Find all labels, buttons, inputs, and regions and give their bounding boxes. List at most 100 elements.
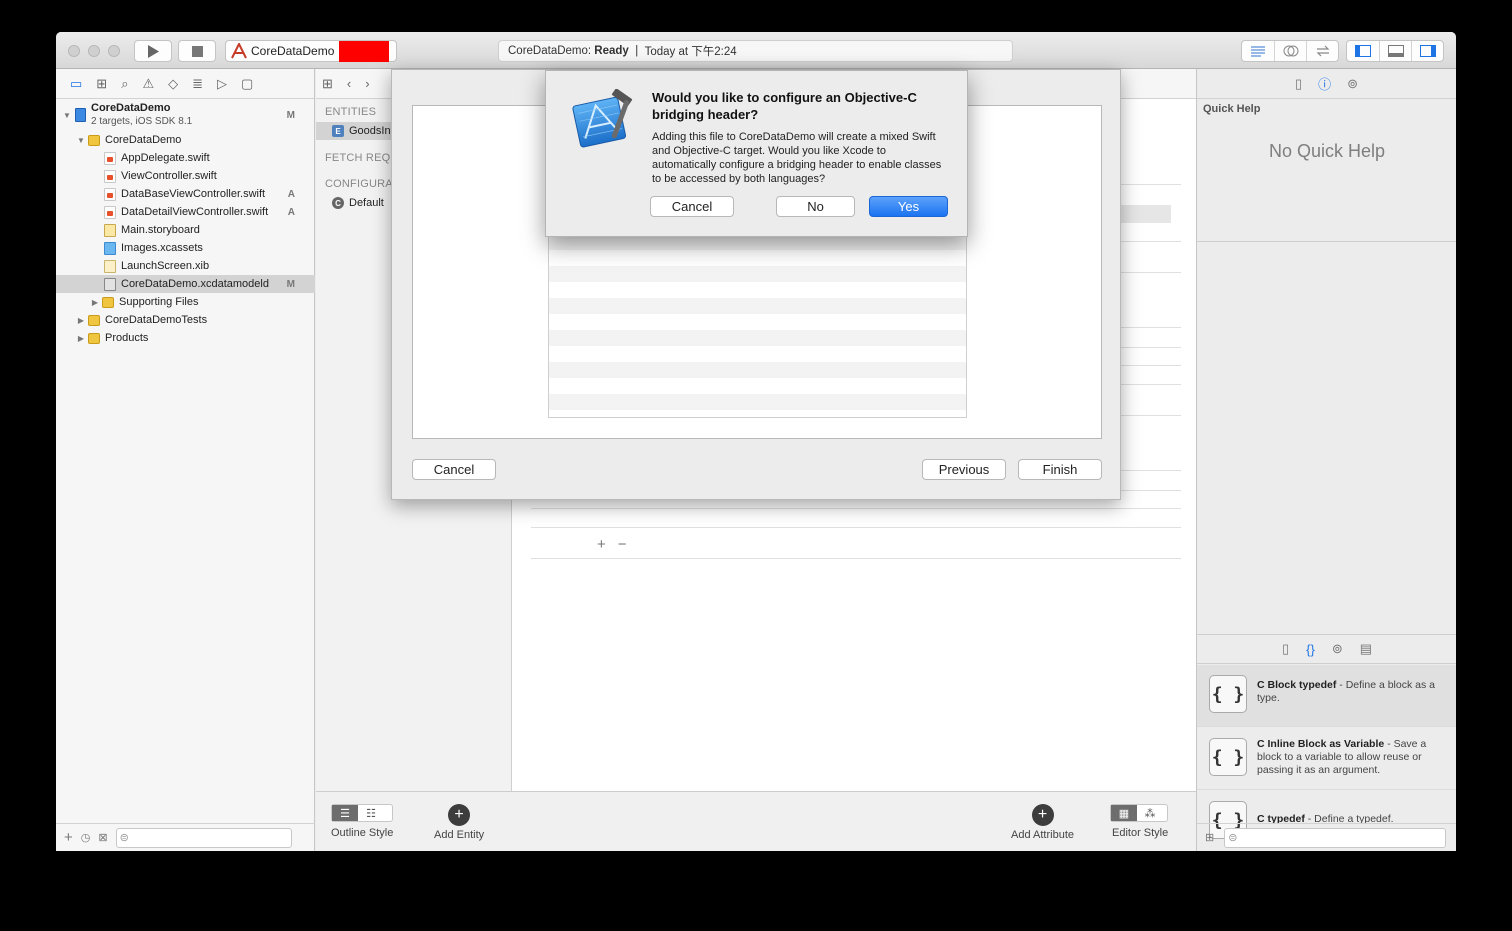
sheet-cancel-button[interactable]: Cancel [412, 459, 496, 480]
back-icon[interactable]: ‹ [347, 76, 351, 91]
activity-viewer: CoreDataDemo: Ready | Today at 下午2:24 [498, 40, 1013, 62]
graph-editor-icon[interactable]: ⁂ [1137, 805, 1163, 821]
test-navigator-icon[interactable]: ◇ [168, 76, 178, 92]
navigator-toggle-icon[interactable] [1347, 41, 1379, 61]
scm-filter-icon[interactable]: ⊠ [98, 831, 107, 844]
code-snippet-icon[interactable]: {} [1306, 642, 1315, 657]
disclosure-closed-icon[interactable]: ▶ [90, 298, 100, 307]
warning-icon[interactable]: ⚠ [142, 76, 154, 92]
hierarchy-style-icon[interactable]: ☷ [358, 805, 384, 821]
editor-style-control[interactable]: ▦ ⁂ Editor Style [1110, 804, 1169, 839]
version-editor-icon[interactable] [1306, 41, 1338, 61]
add-icon: + [448, 804, 471, 826]
data-model-inspector-icon[interactable]: ⊚ [1347, 76, 1358, 92]
tree-row-group[interactable]: ▶ CoreDataDemoTests [56, 311, 315, 329]
outline-style-control[interactable]: ☰ ☷ Outline Style [331, 804, 394, 839]
file-inspector-icon[interactable]: ▯ [1295, 76, 1302, 92]
add-entity-button[interactable]: + Add Entity [434, 804, 484, 841]
table-style-icon[interactable]: ☰ [332, 805, 358, 821]
add-file-icon[interactable]: + [64, 829, 73, 846]
library-filter-input[interactable]: ⊜ [1224, 827, 1447, 848]
disclosure-open-icon[interactable]: ▼ [76, 136, 86, 145]
tree-row-label: AppDelegate.swift [121, 152, 210, 164]
storyboard-file-icon [104, 223, 116, 237]
debug-navigator-icon[interactable]: ≣ [192, 76, 203, 92]
editor-bottom-bar: ☰ ☷ Outline Style + Add Entity + Add Att… [316, 791, 1196, 851]
divider [1197, 241, 1456, 242]
related-items-icon[interactable]: ⊞ [322, 76, 333, 92]
alert-cancel-button[interactable]: Cancel [650, 196, 734, 217]
table-editor-icon[interactable]: ▦ [1111, 805, 1137, 821]
snippet-item[interactable]: { } C Block typedef - Define a block as … [1197, 665, 1456, 727]
stop-button[interactable] [178, 40, 216, 62]
standard-editor-icon[interactable] [1242, 41, 1274, 61]
project-subtitle: 2 targets, iOS SDK 8.1 [91, 116, 193, 127]
tree-row-file[interactable]: Main.storyboard [56, 221, 315, 239]
minimize-window-button[interactable] [88, 45, 100, 57]
tree-row-group[interactable]: ▼ CoreDataDemo [56, 131, 315, 149]
tree-row-file[interactable]: DataBaseViewController.swift A [56, 185, 315, 203]
search-icon[interactable]: ⌕ [121, 76, 128, 92]
disclosure-closed-icon[interactable]: ▶ [76, 316, 86, 325]
xcode-hammer-icon [572, 89, 633, 148]
xib-file-icon [104, 259, 116, 273]
finish-button[interactable]: Finish [1018, 459, 1102, 480]
previous-button[interactable]: Previous [922, 459, 1006, 480]
project-root-row[interactable]: ▼ CoreDataDemo 2 targets, iOS SDK 8.1 M [56, 101, 315, 129]
redacted-device-selector[interactable] [339, 41, 389, 62]
divider [531, 527, 1181, 528]
alert-title: Would you like to configure an Objective… [652, 90, 917, 122]
close-window-button[interactable] [68, 45, 80, 57]
snippet-item[interactable]: { } C Inline Block as Variable - Save a … [1197, 728, 1456, 790]
tree-row-label: LaunchScreen.xib [121, 260, 210, 272]
run-button[interactable] [134, 40, 172, 62]
library-tabs: ▯ {} ⊚ ▤ [1197, 634, 1456, 664]
tree-row-file[interactable]: DataDetailViewController.swift A [56, 203, 315, 221]
disclosure-closed-icon[interactable]: ▶ [76, 334, 86, 343]
tree-row-file[interactable]: ViewController.swift [56, 167, 315, 185]
toolbar: CoreDataDemo CoreDataDemo: Ready | Today… [56, 32, 1456, 69]
utilities-area: ▯ ⓘ ⊚ Quick Help No Quick Help ▯ {} ⊚ ▤ … [1196, 69, 1456, 851]
symbol-navigator-icon[interactable]: ⊞ [96, 76, 107, 92]
zoom-window-button[interactable] [108, 45, 120, 57]
navigator-filter-input[interactable]: ⊜ [115, 827, 292, 848]
tree-row-group[interactable]: ▶ Products [56, 329, 315, 347]
assistant-editor-icon[interactable] [1274, 41, 1306, 61]
snippet-title: C Block typedef [1257, 679, 1337, 691]
configurations-header: CONFIGURA [325, 178, 393, 190]
scm-badge: A [287, 206, 295, 218]
scm-badge: A [287, 188, 295, 200]
recent-files-icon[interactable]: ◷ [81, 831, 91, 844]
tree-row-label: DataDetailViewController.swift [121, 206, 269, 218]
tree-row-file[interactable]: LaunchScreen.xib [56, 257, 315, 275]
folder-icon [88, 134, 100, 146]
entity-icon: E [332, 125, 344, 137]
tree-row-label: DataBaseViewController.swift [121, 188, 266, 200]
tree-row-group[interactable]: ▶ Supporting Files [56, 293, 315, 311]
tree-row-file[interactable]: AppDelegate.swift [56, 149, 315, 167]
tree-row-file[interactable]: Images.xcassets [56, 239, 315, 257]
debug-area-toggle-icon[interactable] [1379, 41, 1411, 61]
divider [531, 558, 1181, 559]
alert-yes-button[interactable]: Yes [869, 196, 948, 217]
object-library-icon[interactable]: ⊚ [1332, 641, 1343, 657]
alert-no-button[interactable]: No [776, 196, 855, 217]
add-attribute-button[interactable]: + Add Attribute [1011, 804, 1074, 841]
filter-icon: ⊜ [1228, 832, 1238, 844]
forward-icon[interactable]: › [365, 76, 369, 91]
breakpoint-icon[interactable]: ▷ [217, 76, 227, 92]
file-template-icon[interactable]: ▯ [1282, 641, 1289, 657]
tree-row-label: CoreDataDemo [105, 134, 182, 146]
add-remove-controls[interactable]: +− [597, 536, 639, 553]
tree-row-file-selected[interactable]: CoreDataDemo.xcdatamodeld M [56, 275, 315, 293]
disclosure-open-icon[interactable]: ▼ [62, 111, 72, 120]
quick-help-icon[interactable]: ⓘ [1318, 74, 1331, 93]
folder-icon[interactable]: ▭ [70, 76, 82, 92]
inspector-tabs: ▯ ⓘ ⊚ [1197, 69, 1456, 99]
report-icon[interactable]: ▢ [241, 76, 253, 92]
grid-view-icon[interactable]: ⊞ [1205, 831, 1214, 844]
media-library-icon[interactable]: ▤ [1360, 641, 1372, 657]
folder-icon [102, 296, 114, 308]
navigator-tabs: ▭ ⊞ ⌕ ⚠ ◇ ≣ ▷ ▢ [56, 69, 314, 99]
utilities-toggle-icon[interactable] [1411, 41, 1443, 61]
